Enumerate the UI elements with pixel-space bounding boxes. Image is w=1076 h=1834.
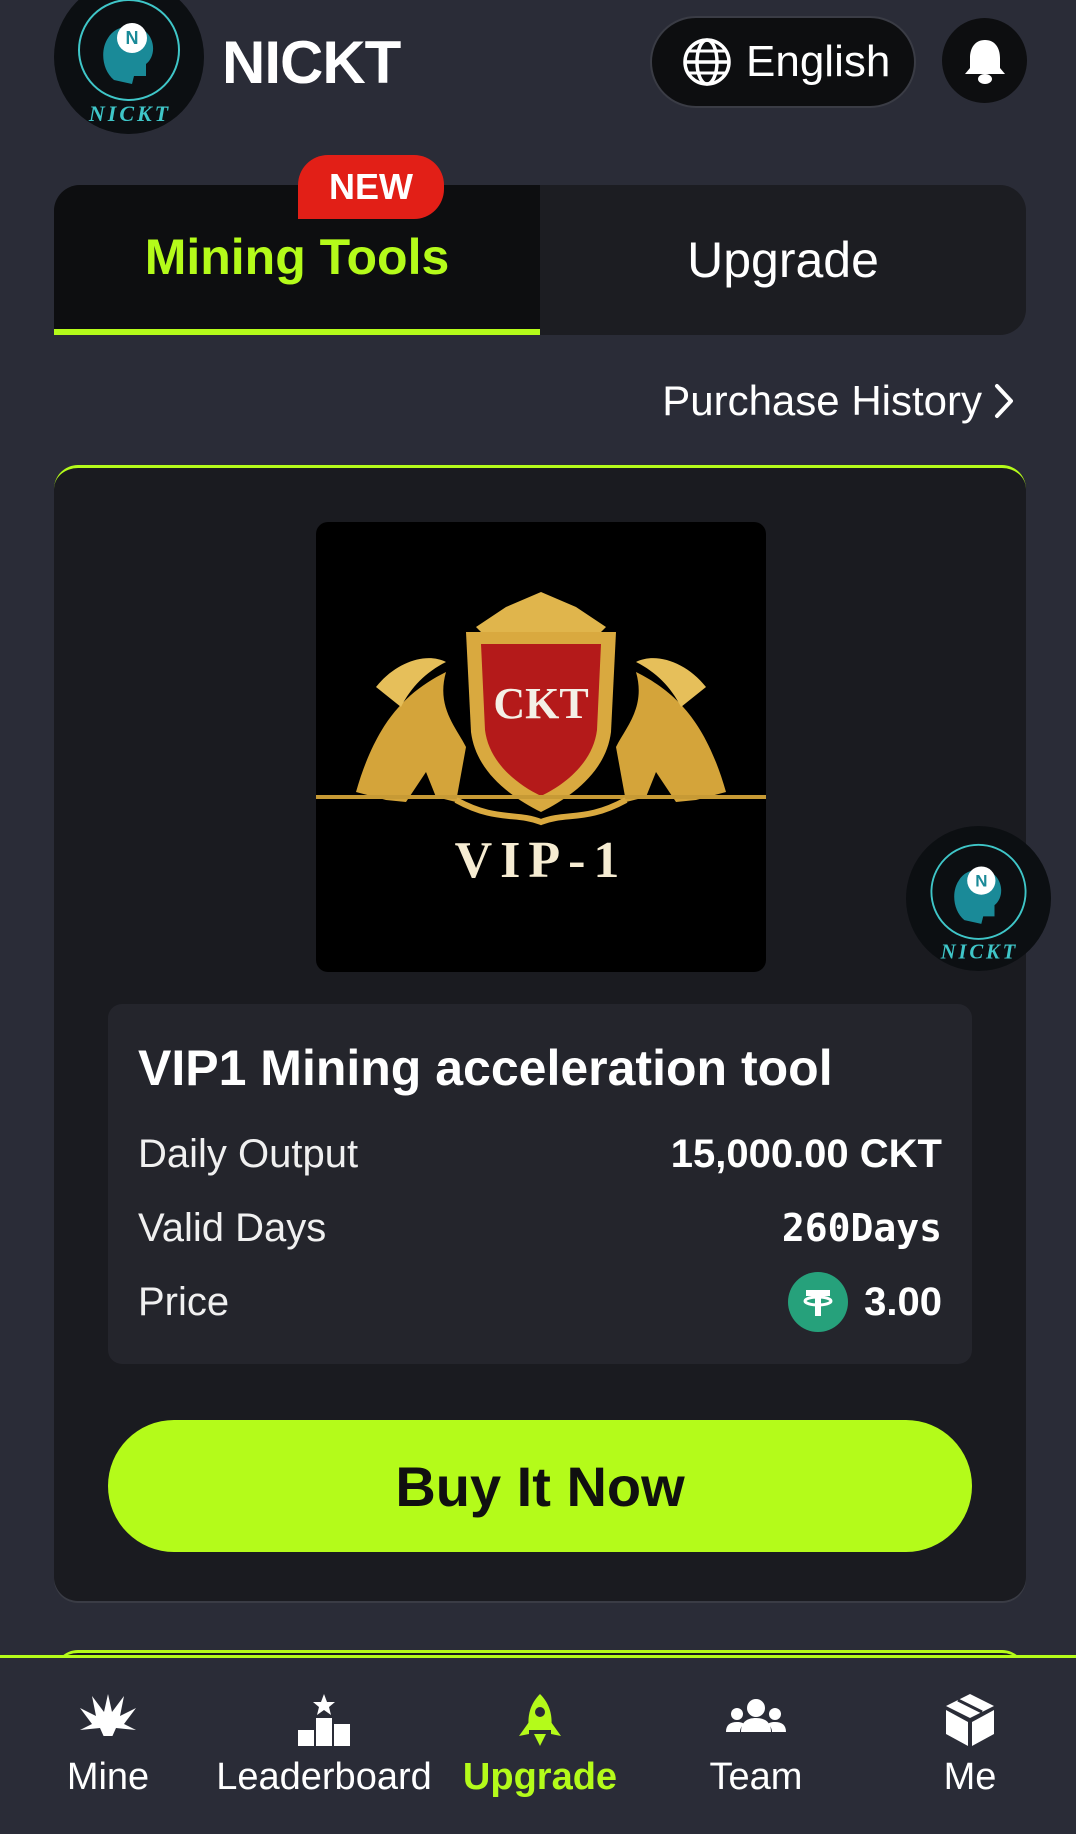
nav-me-label: Me (943, 1756, 997, 1798)
tab-mining-tools-label: Mining Tools (144, 229, 450, 285)
floating-logo-button[interactable]: N NICKT (906, 826, 1051, 971)
floating-logo-icon: N NICKT (930, 843, 1027, 964)
rocket-icon (519, 1694, 561, 1746)
tab-mining-tools[interactable]: Mining Tools (54, 185, 540, 335)
product-title: VIP1 Mining acceleration tool (138, 1040, 833, 1096)
nav-upgrade-label: Upgrade (462, 1756, 618, 1798)
purchase-history-label: Purchase History (662, 377, 982, 424)
svg-text:N: N (126, 28, 139, 48)
nav-upgrade[interactable]: Upgrade (432, 1658, 648, 1834)
tab-upgrade-label: Upgrade (687, 232, 879, 288)
new-badge: NEW (298, 155, 444, 219)
nav-mine[interactable]: Mine (0, 1658, 216, 1834)
buy-now-button[interactable]: Buy It Now (108, 1420, 972, 1552)
nav-leaderboard-label: Leaderboard (216, 1756, 432, 1798)
daily-output-label: Daily Output (138, 1131, 359, 1176)
tab-upgrade[interactable]: Upgrade (540, 185, 1026, 335)
nav-mine-label: Mine (66, 1756, 150, 1798)
svg-text:NICKT: NICKT (88, 101, 171, 126)
purchase-history-link[interactable]: Purchase History (662, 376, 1016, 426)
brand-name: NICKT (222, 29, 401, 96)
nav-leaderboard[interactable]: Leaderboard (216, 1658, 432, 1834)
svg-text:N: N (975, 871, 987, 890)
svg-text:CKT: CKT (493, 679, 588, 728)
price-value: 3.00 (864, 1279, 942, 1324)
language-selector[interactable]: English (650, 16, 916, 108)
page: N NICKT NICKT English Mining Tools Upgra… (0, 0, 1076, 1834)
vip-product-image: CKT VIP-1 (316, 522, 766, 972)
price-value-group: 3.00 (788, 1272, 942, 1332)
app-logo[interactable]: N NICKT (54, 0, 204, 134)
valid-days-value: 260Days (781, 1206, 942, 1250)
nav-team[interactable]: Team (648, 1658, 864, 1834)
daily-output-value: 15,000.00 CKT (670, 1131, 942, 1176)
product-card: CKT VIP-1 VIP1 Mining acceleration tool … (54, 465, 1026, 1601)
mine-icon (80, 1694, 136, 1746)
svg-text:VIP-1: VIP-1 (455, 832, 628, 889)
cube-icon (946, 1694, 994, 1746)
valid-days-label: Valid Days (138, 1205, 327, 1250)
language-label: English (746, 37, 891, 86)
tab-bar: Mining Tools Upgrade NEW (54, 155, 1026, 335)
product-info: VIP1 Mining acceleration tool Daily Outp… (108, 1004, 972, 1364)
chevron-right-icon (995, 384, 1013, 418)
price-label: Price (138, 1279, 230, 1324)
usdt-icon (788, 1272, 849, 1332)
logo-head-icon: N NICKT (78, 0, 180, 126)
nav-me[interactable]: Me (864, 1658, 1076, 1834)
price-row: Price 3.00 (138, 1272, 942, 1332)
globe-icon (683, 38, 731, 86)
daily-output-row: Daily Output 15,000.00 CKT (138, 1126, 942, 1182)
nav-team-label: Team (709, 1756, 803, 1798)
svg-text:NICKT: NICKT (940, 942, 1018, 964)
bell-icon (964, 39, 1005, 84)
leaderboard-icon (298, 1694, 350, 1746)
team-icon (726, 1699, 786, 1732)
notification-button[interactable] (942, 18, 1027, 103)
bottom-nav: Mine Leaderboard Upgrade Team Me (0, 1655, 1076, 1834)
valid-days-row: Valid Days 260Days (138, 1200, 942, 1256)
